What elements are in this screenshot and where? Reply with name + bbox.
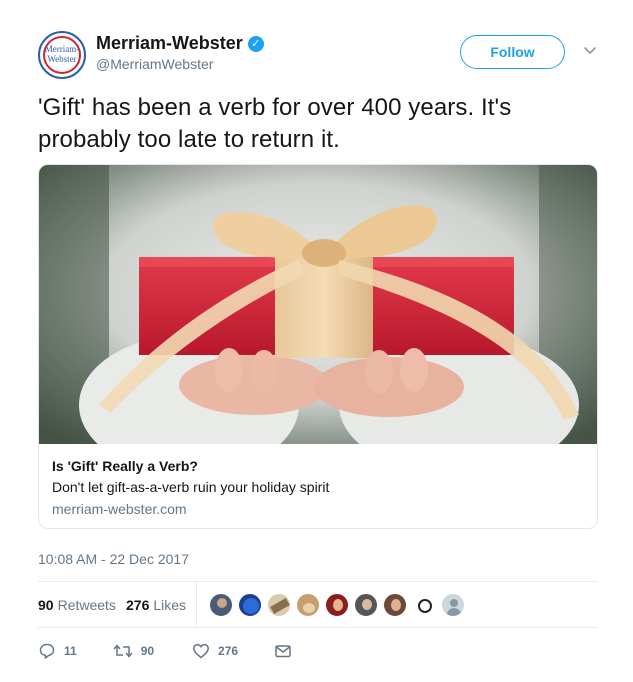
card-description: Don't let gift-as-a-verb ruin your holid… [52, 479, 330, 495]
avatar-logo-line1: Merriam- [44, 44, 80, 54]
liker-avatar[interactable] [383, 593, 407, 617]
link-card[interactable]: Is 'Gift' Really a Verb? Don't let gift-… [38, 164, 598, 529]
author-handle[interactable]: @MerriamWebster [96, 56, 213, 72]
author-display-name[interactable]: Merriam-Webster [96, 33, 243, 54]
liker-avatars [209, 593, 465, 617]
liker-avatar[interactable] [412, 593, 436, 617]
liker-avatar[interactable] [296, 593, 320, 617]
avatar-logo-text: Merriam- Webster [40, 44, 84, 64]
likes-count: 276 [126, 596, 150, 613]
likes-stat[interactable]: 276 Likes [126, 582, 186, 627]
chevron-down-icon[interactable] [583, 43, 597, 57]
author-avatar[interactable]: Merriam- Webster [38, 31, 86, 79]
stats-divider [196, 582, 197, 627]
retweets-stat[interactable]: 90 Retweets [38, 582, 116, 627]
tweet-actions: 11 90 276 [38, 641, 292, 661]
avatar-logo-line2: Webster [47, 54, 77, 64]
liker-avatar[interactable] [325, 593, 349, 617]
heart-icon[interactable] [192, 642, 210, 660]
author-name-row[interactable]: Merriam-Webster ✓ [96, 33, 264, 54]
liker-avatar[interactable] [209, 593, 233, 617]
reply-icon[interactable] [38, 642, 56, 660]
liker-avatar[interactable] [354, 593, 378, 617]
follow-button[interactable]: Follow [460, 35, 565, 69]
liker-avatar[interactable] [441, 593, 465, 617]
retweet-count: 90 [140, 644, 155, 658]
like-action[interactable]: 276 [192, 642, 238, 660]
tweet-header: Merriam- Webster Merriam-Webster ✓ @Merr… [38, 31, 600, 81]
retweets-count: 90 [38, 596, 54, 613]
liker-avatar[interactable] [267, 593, 291, 617]
likes-label: Likes [153, 596, 187, 613]
tweet-text: 'Gift' has been a verb for over 400 year… [38, 94, 512, 153]
envelope-icon[interactable] [274, 642, 292, 660]
reply-action[interactable]: 11 [38, 642, 77, 660]
verified-badge-icon: ✓ [247, 35, 264, 52]
direct-message-action[interactable] [274, 642, 292, 660]
card-image[interactable] [39, 165, 597, 444]
reply-count: 11 [64, 644, 77, 658]
tweet-stats: 90 Retweets 276 Likes [38, 581, 598, 628]
card-title[interactable]: Is 'Gift' Really a Verb? [52, 457, 582, 475]
card-body[interactable]: Is 'Gift' Really a Verb? Don't let gift-… [52, 457, 582, 518]
liker-avatar[interactable] [238, 593, 262, 617]
tweet-timestamp[interactable]: 10:08 AM - 22 Dec 2017 [38, 551, 189, 567]
retweets-label: Retweets [57, 596, 116, 613]
like-count: 276 [218, 644, 239, 658]
retweet-action[interactable]: 90 [113, 642, 154, 660]
retweet-icon[interactable] [113, 642, 133, 660]
card-domain: merriam-webster.com [52, 501, 187, 517]
